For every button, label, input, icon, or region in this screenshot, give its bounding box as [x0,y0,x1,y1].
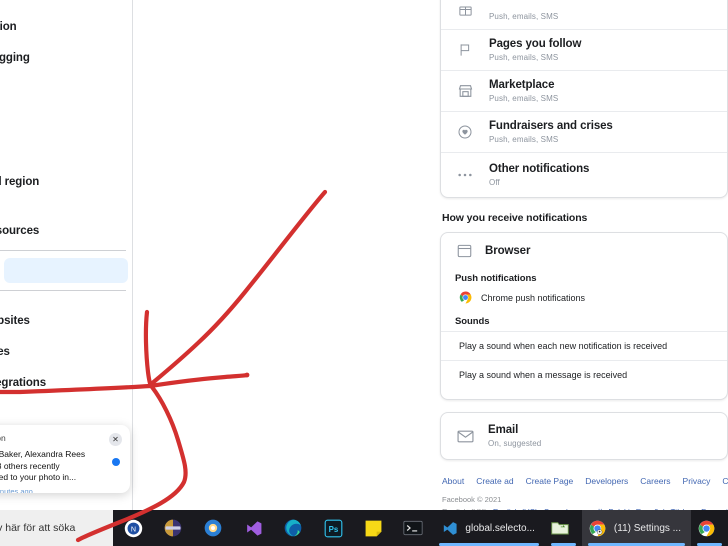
browser-title: Browser [485,245,531,257]
row-subtitle: Off [489,177,500,187]
sound-row-new-notification[interactable]: Play a sound when each new notification … [441,331,727,360]
flag-icon [453,38,477,62]
sidebar-item-language-and-region[interactable]: e and region [0,169,128,194]
sidebar-item-label: nd tagging [0,51,30,64]
explorer-icon [551,519,569,537]
envelope-icon [455,426,475,446]
file-explorer-window[interactable] [545,510,582,546]
row-title: Fundraisers and crises [489,119,613,132]
chrome-window[interactable] [691,510,728,546]
sidebar-item-label: Games [0,345,10,358]
footer-link-create-page[interactable]: Create Page [526,476,574,486]
svg-text:N: N [131,525,136,533]
email-subtitle: On, suggested [488,438,542,448]
sidebar-item-label: st resources [0,224,40,237]
row-subtitle: Push, emails, SMS [489,93,559,103]
row-title: Marketplace [489,78,555,91]
row-subtitle: Push, emails, SMS [489,52,559,62]
unread-dot-icon [112,458,120,466]
sticky-notes-icon[interactable] [353,510,393,546]
window-title: global.selecto... [465,522,535,534]
sidebar-item-notifications[interactable]: tions [4,258,128,283]
row-subtitle: Push, emails, SMS [489,11,559,21]
toast-app-name: tion [0,433,6,443]
footer-link-privacy[interactable]: Privacy [683,476,711,486]
heart-hands-icon [453,120,477,144]
edge-icon[interactable] [273,510,313,546]
sidebar-item-language[interactable]: e [4,138,128,163]
photoshop-icon[interactable]: Ps [313,510,353,546]
vscode-window[interactable]: global.selecto... [433,510,545,546]
taskbar-pinned-icons: N Ps [113,510,433,546]
screen: ognition nd tagging osts g e e and regio… [0,0,728,546]
sidebar-item-instant-games[interactable]: Games [0,339,128,364]
storefront-icon [453,79,477,103]
ellipsis-icon [453,163,477,187]
search-input[interactable]: kriv här för att söka [0,510,114,546]
email-settings-card[interactable]: Email On, suggested [440,412,728,460]
table-row[interactable]: Marketplace Push, emails, SMS [441,71,727,112]
table-row[interactable]: Birthdays Push, emails, SMS [441,0,727,30]
sidebar-item-apps-and-websites[interactable]: d websites [0,308,128,333]
row-title: Other notifications [489,162,590,175]
footer-link-create-ad[interactable]: Create ad [476,476,513,486]
sidebar-item-label: s integrations [0,376,47,389]
photos-icon[interactable] [193,510,233,546]
toast-timestamp: minutes ago [0,486,33,494]
window-title: (11) Settings ... [613,522,681,534]
sidebar-item-public-posts[interactable]: osts [4,76,128,101]
email-title: Email [488,423,519,436]
close-icon[interactable]: ✕ [109,433,122,446]
notification-toast[interactable]: tion y Baker, Alexandra Rees 63 others r… [0,425,130,493]
browser-header[interactable]: Browser [441,233,727,269]
vscode-icon [440,519,458,537]
footer-link-careers[interactable]: Careers [640,476,670,486]
notifications-settings-panel: Birthdays Push, emails, SMS Pages you fo… [440,0,728,517]
sidebar-divider-2 [0,290,126,291]
sound-row-message[interactable]: Play a sound when a message is received [441,360,727,389]
chrome-push-row[interactable]: Chrome push notifications [441,288,727,310]
row-subtitle: Push, emails, SMS [489,134,559,144]
sounds-heading: Sounds [455,316,490,327]
section-title-how-you-receive: How you receive notifications [442,212,588,224]
sidebar-item-business-integrations[interactable]: s integrations [0,370,128,395]
cortana-icon[interactable]: N [113,510,153,546]
browser-settings-card: Browser Push notifications Chrome push n… [440,232,728,400]
footer-link-about[interactable]: About [442,476,464,486]
sidebar-item-support-resources[interactable]: st resources [0,218,128,243]
svg-text:Ps: Ps [329,525,339,534]
footer-link-developers[interactable]: Developers [585,476,628,486]
footer-copyright: Facebook © 2021 [442,495,502,504]
sidebar-item-label: d websites [0,314,30,327]
chrome-icon [697,519,715,537]
toast-message: y Baker, Alexandra Rees 63 others recent… [0,449,86,482]
push-notifications-heading: Push notifications [455,273,537,284]
sidebar-divider-1 [0,250,126,251]
windows-taskbar: kriv här för att söka N [0,510,728,546]
notification-types-card: Birthdays Push, emails, SMS Pages you fo… [440,0,728,198]
chrome-settings-window[interactable]: (11) Settings ... [581,510,691,546]
sidebar-item-face-recognition[interactable]: ognition [0,14,128,39]
footer-links: About Create ad Create Page Developers C… [442,476,728,486]
sidebar-item-label: ognition [0,20,17,33]
footer-link-cookies[interactable]: Cookies [722,476,728,486]
terminal-icon[interactable] [393,510,433,546]
table-row[interactable]: Fundraisers and crises Push, emails, SMS [441,112,727,153]
search-placeholder: kriv här för att söka [0,522,76,534]
sidebar-item-profile-and-tagging[interactable]: nd tagging [0,45,128,70]
visual-studio-icon[interactable] [233,510,273,546]
mail-icon[interactable] [153,510,193,546]
chrome-icon [589,519,607,537]
browser-window-icon [455,242,473,260]
sidebar-item-blocking[interactable]: g [4,107,128,132]
sidebar-item-label: e and region [0,175,40,188]
chrome-icon [459,291,472,304]
table-row[interactable]: Other notifications Off [441,153,727,197]
row-title: Pages you follow [489,37,582,50]
chrome-push-label: Chrome push notifications [481,292,586,303]
gift-icon [453,0,477,21]
table-row[interactable]: Pages you follow Push, emails, SMS [441,30,727,71]
